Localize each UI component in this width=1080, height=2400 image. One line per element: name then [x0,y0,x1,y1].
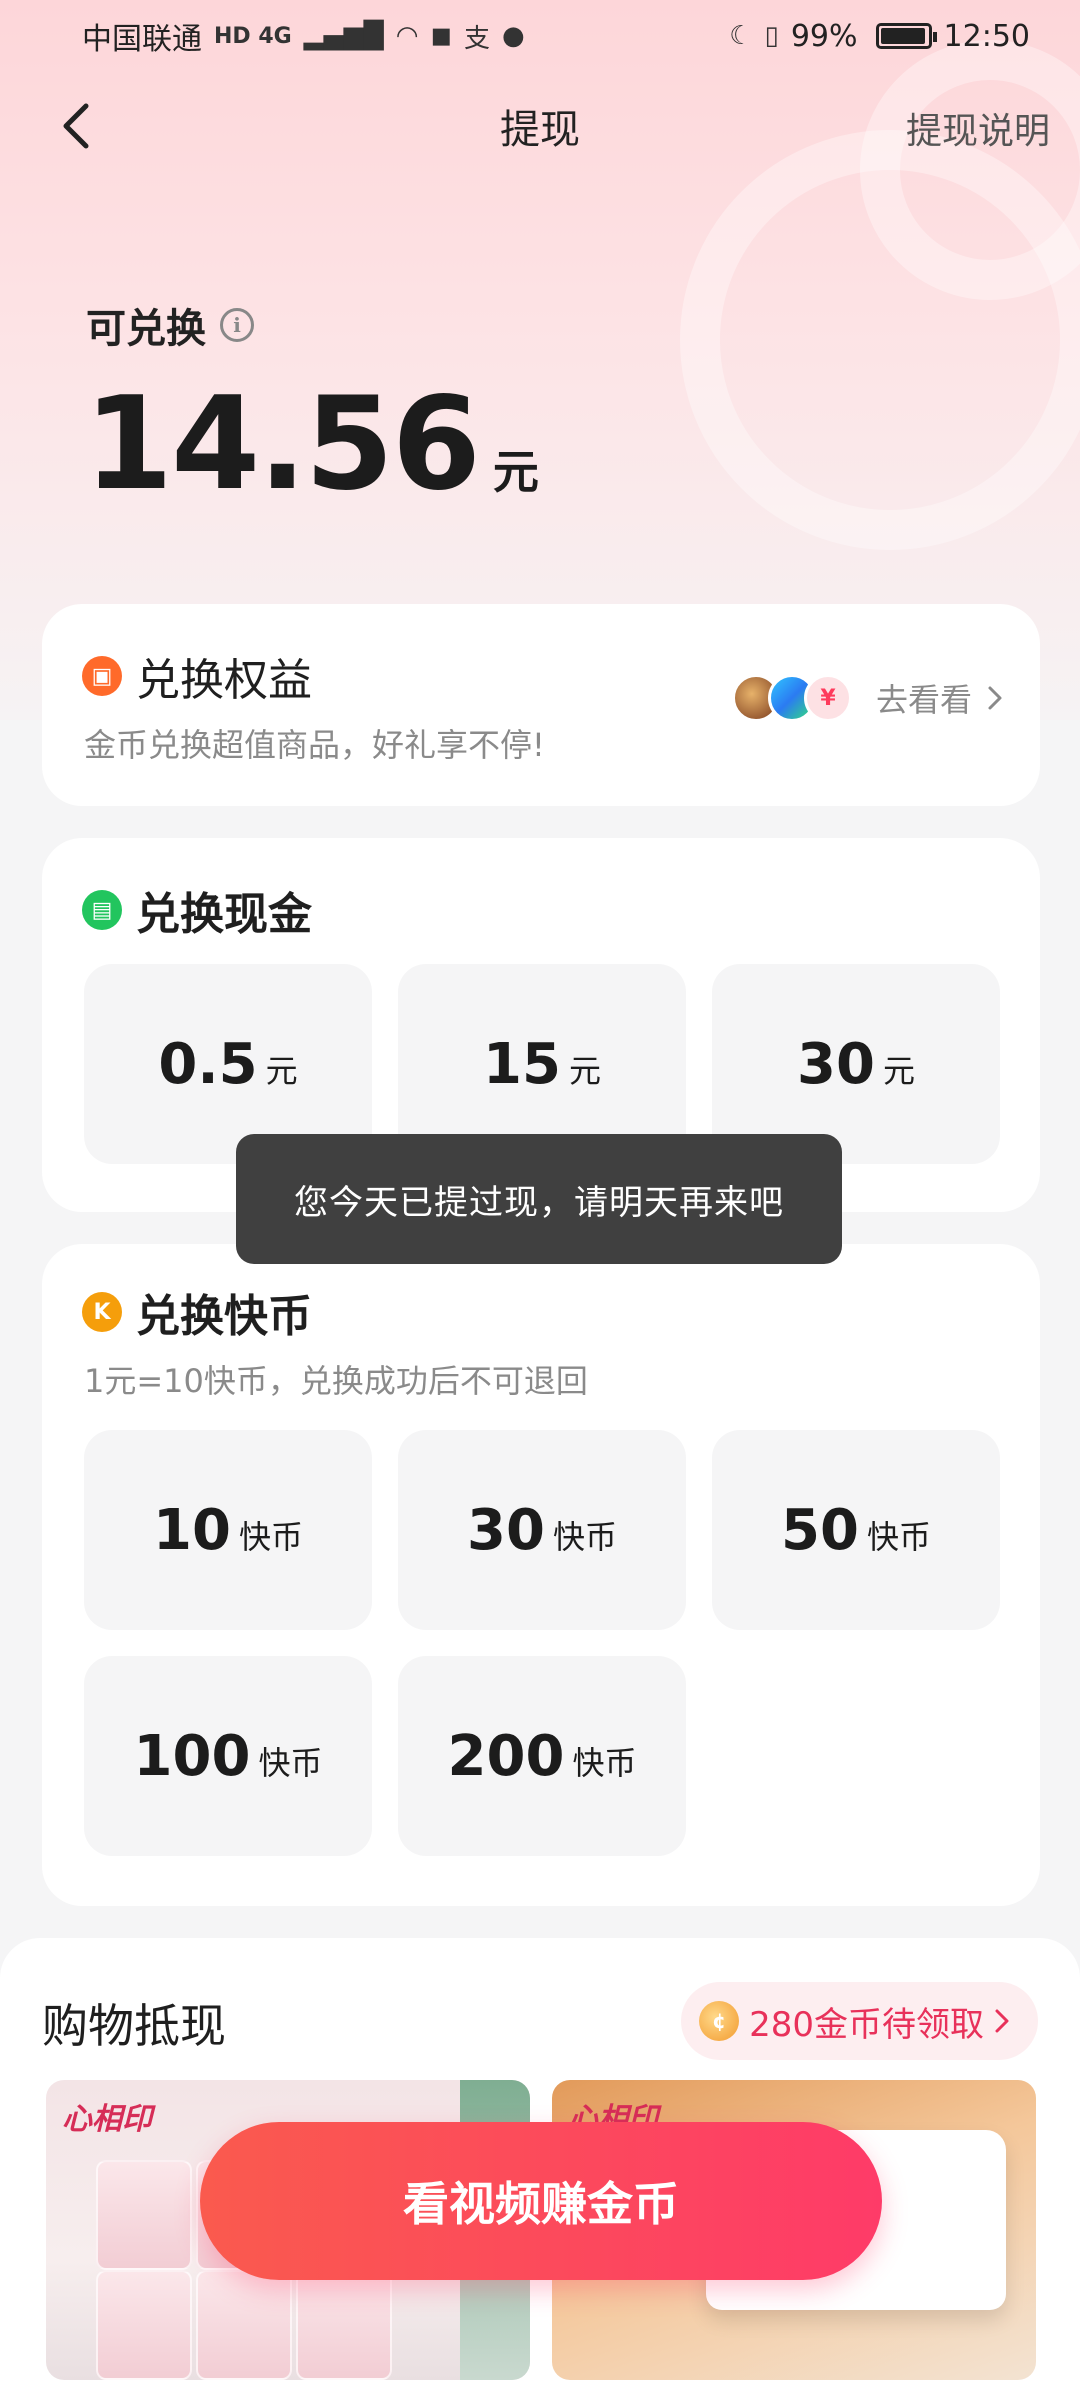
balance-amount: 14.56 元 [84,370,539,519]
chevron-right-icon [995,2009,1009,2033]
tissue-package-image [296,2270,392,2380]
watch-video-earn-coins-button[interactable]: 看视频赚金币 [200,2122,882,2280]
rights-title: ▣ 兑换权益 [82,644,312,708]
cash-option-unit: 元 [568,1052,601,1090]
shopping-title: 购物抵现 [42,1999,226,2053]
info-icon[interactable]: i [220,308,254,342]
tissue-package-image [196,2270,292,2380]
pending-coins-label: 280金币待领取 [749,2004,984,2045]
balance-label-text: 可兑换 [86,306,206,352]
chevron-left-icon [63,103,89,149]
coin-option-amount: 10 [153,1497,231,1563]
rights-preview-icons: ¥ [731,674,852,722]
back-button[interactable] [46,96,106,156]
withdraw-help-link[interactable]: 提现说明 [906,102,1050,154]
gift-icon: ▣ [82,656,122,696]
tissue-package-image [96,2270,192,2380]
moon-icon: ☾ [729,21,753,51]
tissue-package-image [96,2160,192,2270]
rights-subtitle: 金币兑换超值商品，好礼享不停! [84,726,545,764]
coin-option-amount: 30 [467,1497,545,1563]
coin-subtitle: 1元=10快币，兑换成功后不可退回 [84,1362,588,1400]
coin-option-unit: 快币 [238,1518,303,1556]
coin-card: K 兑换快币 1元=10快币，兑换成功后不可退回 10 快币 30 快币 50 … [42,1244,1040,1906]
coin-option-unit: 快币 [866,1518,931,1556]
brand-logo: 心相印 [62,2102,152,2137]
coin-option[interactable]: 50 快币 [712,1430,1000,1630]
rights-go-link[interactable]: ¥ 去看看 [731,674,1004,722]
coin-title: K 兑换快币 [82,1280,312,1344]
cash-option-amount: 0.5 [158,1031,258,1097]
cash-option-amount: 30 [797,1031,875,1097]
coupon-icon: ¥ [803,674,852,722]
cash-option-amount: 15 [483,1031,561,1097]
wechat-icon: ● [501,21,525,51]
clock: 12:50 [943,18,1030,54]
coin-option-unit: 快币 [572,1744,637,1782]
chevron-right-icon [988,686,1002,710]
coin-option-amount: 200 [447,1723,565,1789]
coin-option[interactable]: 200 快币 [398,1656,686,1856]
pending-coins-pill[interactable]: ¢ 280金币待领取 [681,1982,1038,2060]
rights-go-label: 去看看 [875,681,972,719]
network-indicator: HD 4G [214,23,292,49]
vibrate-icon: ▯ [764,21,779,51]
balance-label: 可兑换 i [86,296,254,354]
page-title: 提现 [500,107,580,153]
coin-option[interactable]: 10 快币 [84,1430,372,1630]
app-notification-icon: ◼ [430,21,452,51]
wifi-icon: ◠ [395,21,419,51]
toast-message: 您今天已提过现，请明天再来吧 [236,1134,842,1264]
balance-value: 14.56 [84,370,481,519]
cash-title-text: 兑换现金 [136,889,312,940]
battery-percent: 99% [790,18,858,54]
coin-options: 10 快币 30 快币 50 快币 100 快币 200 快币 [84,1430,1000,1856]
rights-card[interactable]: ▣ 兑换权益 金币兑换超值商品，好礼享不停! ¥ 去看看 [42,604,1040,806]
balance-unit: 元 [492,445,539,499]
cash-option-unit: 元 [265,1052,298,1090]
battery-icon [875,23,937,49]
nav-bar: 提现 提现说明 [0,86,1080,166]
signal-icon: ▂▄▆█ [303,21,384,51]
alipay-icon: 支 [463,23,490,54]
status-bar: 中国联通 HD 4G ▂▄▆█ ◠ ◼ 支 ● ☾ ▯ 99% 12:50 [0,0,1080,72]
coin-option[interactable]: 100 快币 [84,1656,372,1856]
coin-option-amount: 100 [133,1723,251,1789]
gold-coin-icon: ¢ [699,2001,740,2041]
cash-wallet-icon: ▤ [82,890,122,930]
cash-option-unit: 元 [882,1052,915,1090]
kuaibi-icon: K [82,1292,122,1332]
coin-option[interactable]: 30 快币 [398,1430,686,1630]
coin-title-text: 兑换快币 [136,1291,312,1342]
carrier-label: 中国联通 [82,22,202,57]
rights-title-text: 兑换权益 [136,655,312,706]
cash-title: ▤ 兑换现金 [82,878,312,942]
coin-option-amount: 50 [781,1497,859,1563]
coin-option-unit: 快币 [258,1744,323,1782]
coin-option-unit: 快币 [552,1518,617,1556]
